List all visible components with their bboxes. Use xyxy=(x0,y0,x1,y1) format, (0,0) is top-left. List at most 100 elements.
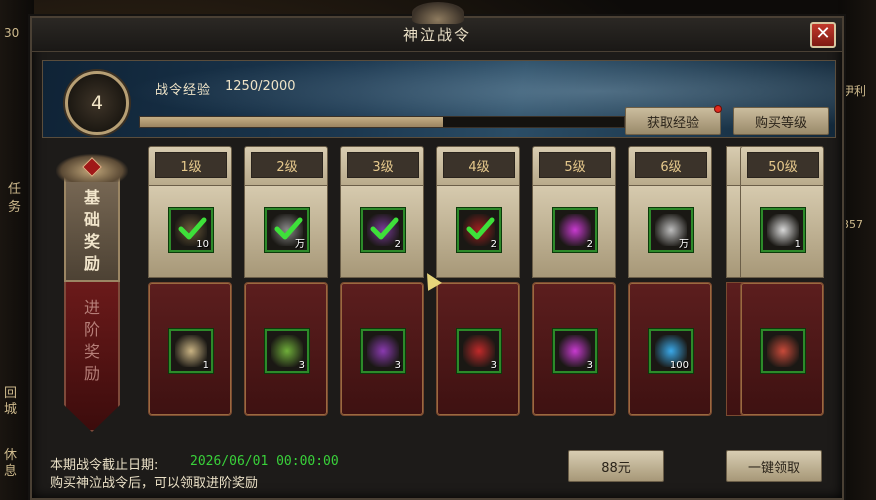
basic-reward-cell[interactable]: 2 xyxy=(340,186,424,278)
item-quantity: 万 xyxy=(295,239,305,250)
claim-all-button[interactable]: 一键领取 xyxy=(726,450,822,482)
task-label-1[interactable]: 任 xyxy=(8,178,21,197)
level-label: 1级 xyxy=(155,152,227,178)
item-quantity: 2 xyxy=(394,239,401,250)
right-number: 357 xyxy=(842,218,863,231)
get-xp-button[interactable]: 获取经验 xyxy=(625,105,722,135)
advanced-reward-cell[interactable]: 1 xyxy=(148,282,232,416)
item-quantity: 2 xyxy=(490,239,497,250)
level-column: 50级 1 xyxy=(740,146,824,444)
advanced-reward-item[interactable]: 3 xyxy=(457,329,501,373)
level-column: 4级 2 3 xyxy=(436,146,520,444)
advanced-reward-item[interactable]: 100 xyxy=(649,329,693,373)
buy-level-button[interactable]: 购买等级 xyxy=(733,107,829,135)
basic-reward-cell[interactable]: 10 xyxy=(148,186,232,278)
advanced-reward-cell[interactable]: 3 xyxy=(532,282,616,416)
advanced-reward-cell[interactable] xyxy=(740,282,824,416)
buy-pass-label: 88元 xyxy=(601,460,631,476)
advanced-reward-item[interactable] xyxy=(761,329,805,373)
item-quantity: 3 xyxy=(490,360,497,371)
advanced-label-1: 进 xyxy=(83,298,100,317)
rest-label-2[interactable]: 息 xyxy=(4,460,17,479)
item-quantity: 3 xyxy=(586,360,593,371)
claim-all-label: 一键领取 xyxy=(747,460,800,476)
basic-label-1: 基 xyxy=(83,188,100,207)
battle-pass-window: 神泣战令 ✕ 4 战令经验 1250/2000 获取经验 购买等级 基 础 奖 … xyxy=(30,2,844,500)
right-player-name: 伊利 xyxy=(842,84,867,98)
basic-reward-item[interactable]: 2 xyxy=(361,208,405,252)
basic-reward-item[interactable]: 1 xyxy=(761,208,805,252)
armor-top-icon xyxy=(767,335,799,367)
level-header: 50级 xyxy=(740,146,824,186)
basic-label-4: 励 xyxy=(83,254,100,273)
item-quantity: 3 xyxy=(298,360,305,371)
left-hud-strip: 30 任 务 回 城 休 息 xyxy=(0,0,34,500)
basic-reward-cell[interactable]: 2 xyxy=(532,186,616,278)
close-icon: ✕ xyxy=(815,23,831,44)
advanced-reward-item[interactable]: 3 xyxy=(361,329,405,373)
basic-reward-item[interactable]: 10 xyxy=(169,208,213,252)
level-header: 2级 xyxy=(244,146,328,186)
close-button[interactable]: ✕ xyxy=(810,22,836,48)
return-city-label-2[interactable]: 城 xyxy=(4,398,17,417)
item-quantity: 1 xyxy=(794,239,801,250)
basic-reward-item[interactable]: 2 xyxy=(553,208,597,252)
basic-reward-item[interactable]: 万 xyxy=(265,208,309,252)
reward-type-banner: 基 础 奖 励 进 阶 奖 励 xyxy=(56,154,128,436)
basic-reward-cell[interactable]: 万 xyxy=(244,186,328,278)
reward-track: 基 础 奖 励 进 阶 奖 励 1级 10 1 2级万 3 3级 2 3 4级 2 3 5级 2 3 6级万… xyxy=(42,146,836,444)
advanced-reward-cell[interactable]: 3 xyxy=(244,282,328,416)
xp-progress-bar xyxy=(139,116,625,128)
notification-dot-icon xyxy=(714,105,722,113)
level-header: 5级 xyxy=(532,146,616,186)
basic-reward-cell[interactable]: 2 xyxy=(436,186,520,278)
level-header: 1级 xyxy=(148,146,232,186)
buy-level-label: 购买等级 xyxy=(754,115,807,131)
level-label: 2级 xyxy=(251,152,323,178)
level-header: 6级 xyxy=(628,146,712,186)
level-header: 3级 xyxy=(340,146,424,186)
title-bar: 神泣战令 ✕ xyxy=(32,2,842,52)
level-label: 6级 xyxy=(635,152,707,178)
basic-reward-item[interactable]: 万 xyxy=(649,208,693,252)
item-quantity: 1 xyxy=(202,360,209,371)
buy-pass-button[interactable]: 88元 xyxy=(568,450,664,482)
advanced-reward-cell[interactable]: 3 xyxy=(436,282,520,416)
level-label: 3级 xyxy=(347,152,419,178)
basic-reward-cell[interactable]: 1 xyxy=(740,186,824,278)
crest-ornament-icon xyxy=(412,2,464,24)
advanced-reward-cell[interactable]: 100 xyxy=(628,282,712,416)
deadline-label: 本期战令截止日期: xyxy=(50,458,159,473)
basic-reward-item[interactable]: 2 xyxy=(457,208,501,252)
level-column: 6级万 100 xyxy=(628,146,712,444)
level-label: 5级 xyxy=(539,152,611,178)
level-label: 4级 xyxy=(443,152,515,178)
get-xp-label: 获取经验 xyxy=(646,115,699,131)
advanced-reward-item[interactable]: 3 xyxy=(553,329,597,373)
level-label: 50级 xyxy=(747,152,819,178)
xp-label: 战令经验 xyxy=(155,83,212,98)
basic-reward-cell[interactable]: 万 xyxy=(628,186,712,278)
basic-label-2: 础 xyxy=(83,210,100,229)
advanced-reward-cell[interactable]: 3 xyxy=(340,282,424,416)
window-title: 神泣战令 xyxy=(402,26,471,44)
pass-level-badge: 4 xyxy=(65,71,129,135)
purchase-hint: 购买神泣战令后，可以领取进阶奖励 xyxy=(50,476,259,491)
advanced-reward-item[interactable]: 1 xyxy=(169,329,213,373)
advanced-label-2: 阶 xyxy=(83,320,100,339)
xp-value: 1250/2000 xyxy=(225,79,296,94)
level-column: 3级 2 3 xyxy=(340,146,424,444)
task-label-2[interactable]: 务 xyxy=(8,196,21,215)
xp-progress-fill xyxy=(140,117,443,127)
xp-banner: 4 战令经验 1250/2000 获取经验 购买等级 xyxy=(42,60,836,138)
advanced-reward-item[interactable]: 3 xyxy=(265,329,309,373)
item-quantity: 10 xyxy=(196,239,209,250)
basic-label-3: 奖 xyxy=(83,232,100,251)
item-quantity: 万 xyxy=(679,239,689,250)
level-column: 1级 10 1 xyxy=(148,146,232,444)
level-header: 4级 xyxy=(436,146,520,186)
item-quantity: 100 xyxy=(669,360,689,371)
deadline-date: 2026/06/01 00:00:00 xyxy=(190,454,339,469)
item-quantity: 3 xyxy=(394,360,401,371)
level-column: 2级万 3 xyxy=(244,146,328,444)
